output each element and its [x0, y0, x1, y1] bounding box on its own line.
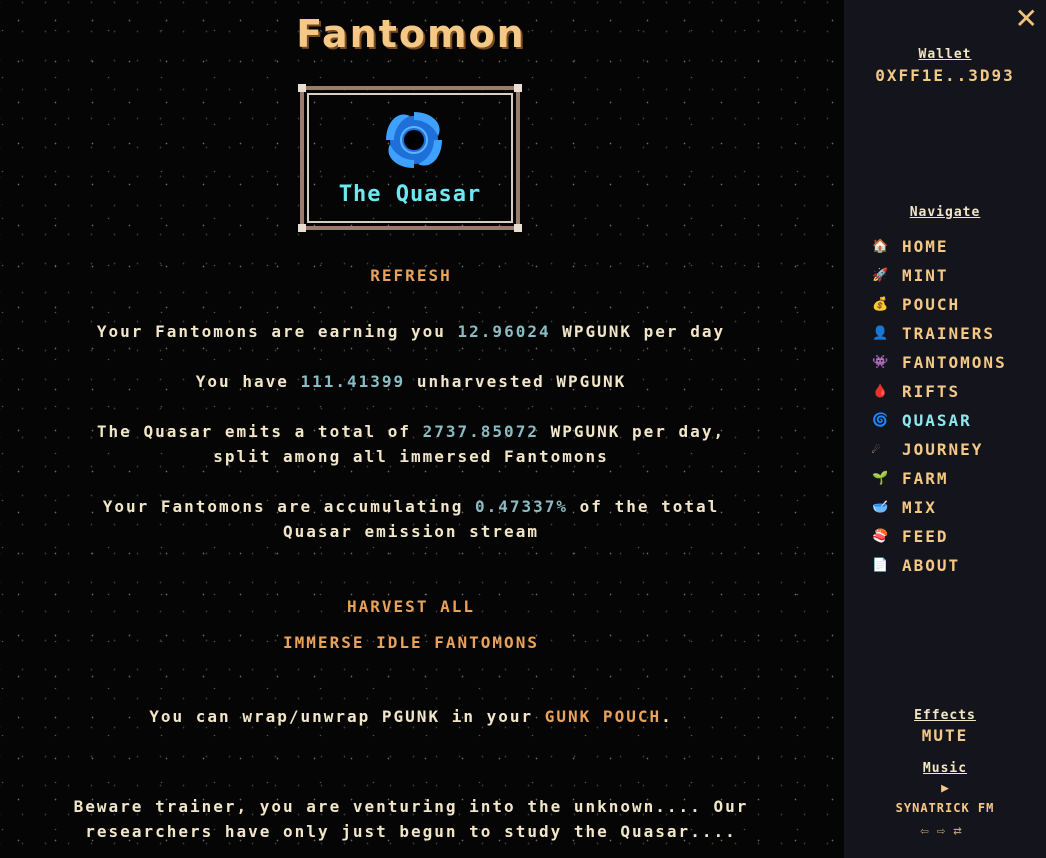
- previous-track-icon[interactable]: ⇦: [920, 823, 936, 839]
- nav-item-feed[interactable]: 🍣 FEED: [872, 522, 1007, 551]
- close-icon[interactable]: ✕: [1015, 2, 1038, 35]
- unharvested-line: You have 111.41399 unharvested WPGUNK: [195, 372, 627, 391]
- nav-item-label: RIFTS: [902, 382, 961, 401]
- music-heading: Music: [922, 761, 968, 776]
- quasar-frame: The Quasar: [298, 84, 522, 232]
- emission-text: The Quasar emits a total of 2737.85072 W…: [96, 422, 726, 466]
- refresh-button[interactable]: REFRESH: [0, 263, 822, 288]
- nav-item-pouch[interactable]: 💰 POUCH: [872, 290, 1007, 319]
- radio-station: SYNATRICK FM: [895, 801, 995, 815]
- emission-value: 2737.85072: [422, 422, 539, 441]
- nav-item-label: HOME: [902, 237, 949, 256]
- shuffle-icon[interactable]: ⇄: [953, 823, 969, 839]
- nav-item-label: FEED: [902, 527, 949, 546]
- nav-item-label: TRAINERS: [902, 324, 996, 343]
- unharvested-value: 111.41399: [300, 372, 406, 391]
- earning-value: 12.96024: [457, 322, 551, 341]
- sidebar: ✕ Wallet 0XFF1E..3D93 Navigate 🏠 HOME 🚀 MIN…: [844, 0, 1046, 858]
- nav-item-about[interactable]: 📄 ABOUT: [872, 551, 1007, 580]
- rifts-icon: 🩸: [872, 384, 891, 399]
- quasar-icon: 🌀: [872, 413, 891, 428]
- wallet-address[interactable]: 0XFF1E..3D93: [844, 66, 1046, 85]
- gunk-pouch-link[interactable]: GUNK POUCH: [545, 707, 661, 726]
- nav-item-label: QUASAR: [902, 411, 972, 430]
- nav-item-mint[interactable]: 🚀 MINT: [872, 261, 1007, 290]
- immerse-idle-button[interactable]: IMMERSE IDLE FANTOMONS: [0, 630, 822, 655]
- nav-item-journey[interactable]: ☄ JOURNEY: [872, 435, 1007, 464]
- nav-item-label: MIX: [902, 498, 937, 517]
- harvest-all-button[interactable]: HARVEST ALL: [0, 594, 822, 619]
- nav-item-label: POUCH: [902, 295, 961, 314]
- quasar-swirl-icon: [386, 112, 442, 168]
- fantomons-icon: 👾: [872, 355, 891, 370]
- nav-item-farm[interactable]: 🌱 FARM: [872, 464, 1007, 493]
- mix-icon: 🥣: [872, 500, 891, 515]
- nav-item-label: ABOUT: [902, 556, 961, 575]
- warning-text: Beware trainer, you are venturing into t…: [73, 797, 749, 841]
- app-title: Fantomon: [296, 12, 526, 56]
- home-icon: 🏠: [872, 239, 891, 254]
- navigate-heading: Navigate: [909, 205, 981, 220]
- effects-heading: Effects: [914, 708, 976, 723]
- nav-item-fantomons[interactable]: 👾 FANTOMONS: [872, 348, 1007, 377]
- accumulating-text: Your Fantomons are accumulating 0.47337%…: [102, 497, 720, 541]
- play-icon[interactable]: ▶: [844, 781, 1046, 796]
- mute-toggle[interactable]: MUTE: [844, 726, 1046, 745]
- nav-item-mix[interactable]: 🥣 MIX: [872, 493, 1007, 522]
- earning-line: Your Fantomons are earning you 12.96024 …: [96, 322, 726, 341]
- wallet-heading: Wallet: [918, 47, 972, 62]
- nav-item-home[interactable]: 🏠 HOME: [872, 232, 1007, 261]
- music-controls: ⇦⇨⇄: [844, 823, 1046, 839]
- feed-icon: 🍣: [872, 529, 891, 544]
- nav-item-quasar[interactable]: 🌀 QUASAR: [872, 406, 1007, 435]
- nav-item-trainers[interactable]: 👤 TRAINERS: [872, 319, 1007, 348]
- nav-menu: 🏠 HOME 🚀 MINT 💰 POUCH 👤 TRAINERS 👾 FANTOMONS 🩸 RIFT…: [872, 232, 1007, 580]
- nav-item-label: JOURNEY: [902, 440, 984, 459]
- pouch-icon: 💰: [872, 297, 891, 312]
- next-track-icon[interactable]: ⇨: [937, 823, 953, 839]
- mint-icon: 🚀: [872, 268, 891, 283]
- main-content: Fantomon The Quasar REFRESH Your Fantomo…: [0, 0, 844, 858]
- nav-item-label: FARM: [902, 469, 949, 488]
- nav-item-rifts[interactable]: 🩸 RIFTS: [872, 377, 1007, 406]
- accumulating-value: 0.47337%: [474, 497, 569, 516]
- trainers-icon: 👤: [872, 326, 891, 341]
- farm-icon: 🌱: [872, 471, 891, 486]
- wrap-note: You can wrap/unwrap PGUNK in your GUNK P…: [149, 707, 673, 726]
- nav-item-label: MINT: [902, 266, 949, 285]
- frame-label: The Quasar: [338, 182, 482, 207]
- nav-item-label: FANTOMONS: [902, 353, 1007, 372]
- about-icon: 📄: [872, 558, 891, 573]
- journey-icon: ☄: [872, 442, 882, 457]
